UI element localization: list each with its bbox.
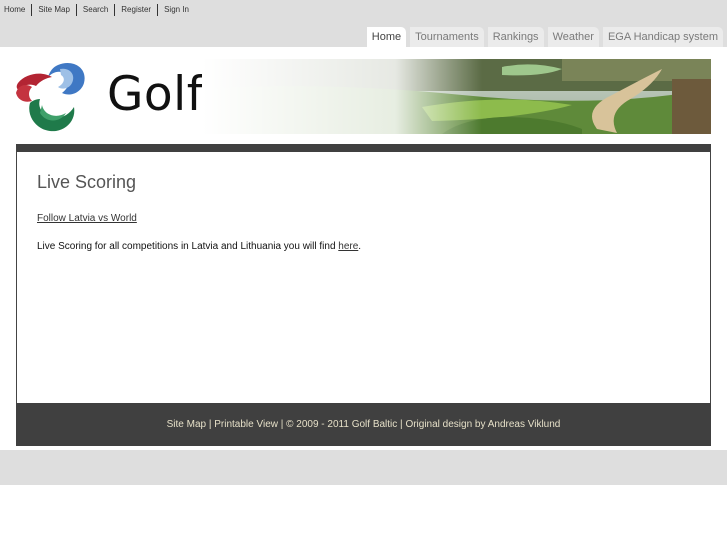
- footer-copyright: © 2009 - 2011 Golf Baltic: [286, 419, 398, 430]
- footer-printable-view-link[interactable]: Printable View: [214, 419, 278, 430]
- main-content: Live Scoring Follow Latvia vs World Live…: [16, 144, 711, 404]
- top-link-site-map[interactable]: Site Map: [31, 4, 76, 16]
- top-link-search[interactable]: Search: [75, 4, 114, 16]
- page-title: Live Scoring: [37, 172, 137, 192]
- live-scoring-paragraph: Live Scoring for all competitions in Lat…: [37, 241, 361, 252]
- here-link[interactable]: here: [338, 241, 358, 252]
- footer-design-credit: by Andreas Viklund: [472, 419, 561, 430]
- top-link-register[interactable]: Register: [114, 4, 157, 16]
- footer-original-design-link[interactable]: Original design: [405, 419, 472, 430]
- tab-rankings[interactable]: Rankings: [487, 27, 544, 47]
- tab-tournaments[interactable]: Tournaments: [410, 27, 484, 47]
- golf-baltic-logo-icon: [16, 63, 85, 132]
- footer: Site Map | Printable View | © 2009 - 201…: [16, 403, 711, 446]
- paragraph-end: .: [358, 241, 362, 252]
- main-tabs: Home Tournaments Rankings Weather EGA Ha…: [366, 27, 723, 47]
- top-link-sign-in[interactable]: Sign In: [157, 4, 195, 16]
- footer-separator: |: [277, 419, 287, 430]
- tab-home[interactable]: Home: [366, 27, 407, 47]
- top-band: Home Site Map Search Register Sign In Ho…: [0, 0, 727, 47]
- top-link-home[interactable]: Home: [4, 4, 31, 16]
- bottom-band: [0, 450, 727, 485]
- golf-course-photo: [202, 59, 711, 134]
- tab-ega-handicap[interactable]: EGA Handicap system: [602, 27, 723, 47]
- follow-latvia-link[interactable]: Follow Latvia vs World: [37, 213, 137, 224]
- footer-separator: |: [206, 419, 215, 430]
- paragraph-text: Live Scoring for all competitions in Lat…: [37, 241, 339, 252]
- top-links: Home Site Map Search Register Sign In: [4, 3, 195, 17]
- footer-site-map-link[interactable]: Site Map: [167, 419, 206, 430]
- header-banner: Golf Baltic: [12, 59, 711, 134]
- tab-weather[interactable]: Weather: [547, 27, 599, 47]
